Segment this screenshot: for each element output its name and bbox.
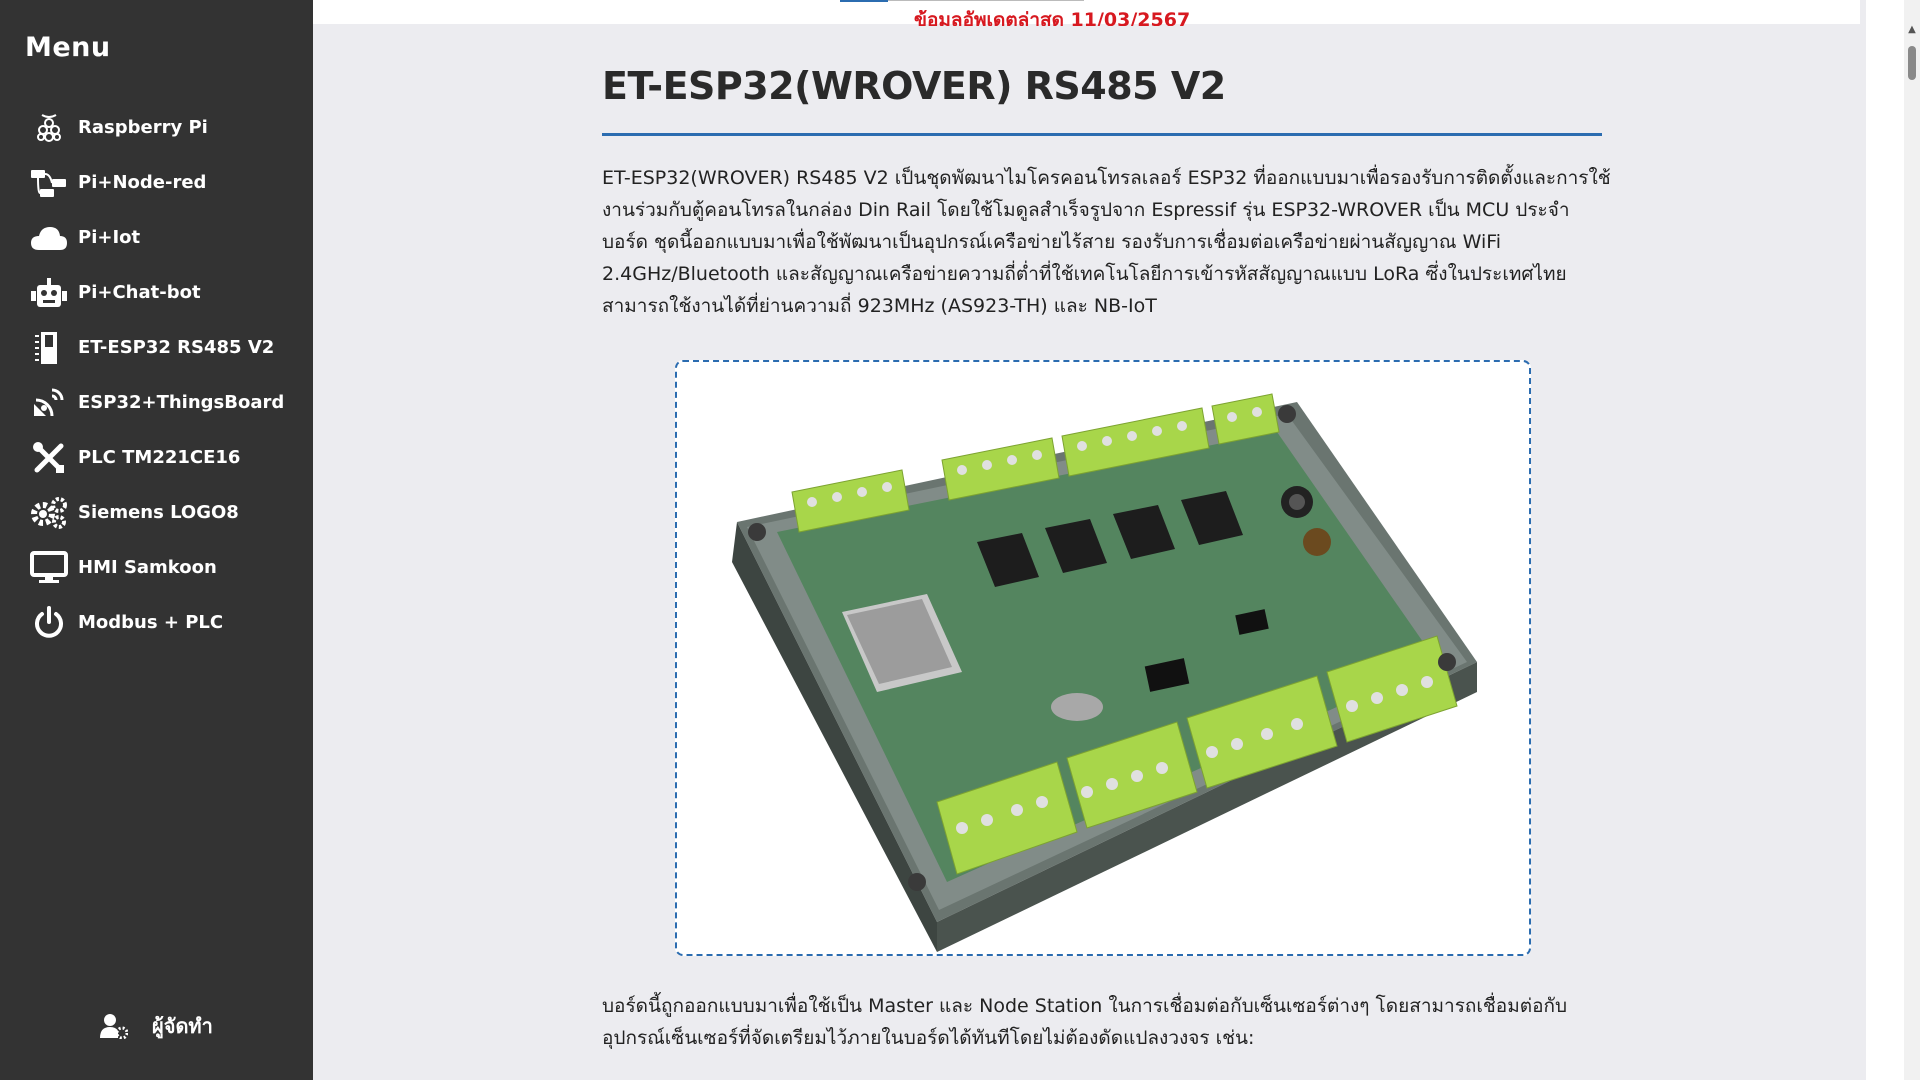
sidebar-item-raspberry-pi[interactable]: Raspberry Pi (0, 100, 313, 155)
sidebar-item-label: Raspberry Pi (78, 117, 208, 138)
sidebar: Menu Raspberry Pi Pi+Node-red Pi+Iot Pi+… (0, 0, 313, 1080)
product-image (732, 393, 1477, 952)
raspberry-icon (30, 109, 68, 147)
sidebar-item-label: Pi+Node-red (78, 172, 207, 193)
tab-divider (888, 0, 1084, 1)
sidebar-item-hmi-samkoon[interactable]: HMI Samkoon (0, 540, 313, 595)
active-tab-indicator (840, 0, 888, 2)
product-image-frame (675, 360, 1531, 956)
menu-title: Menu (25, 32, 111, 63)
robot-icon (30, 274, 68, 312)
sidebar-item-et-esp32[interactable]: ET-ESP32 RS485 V2 (0, 320, 313, 375)
vertical-scrollbar[interactable] (1904, 0, 1920, 1080)
power-icon (30, 604, 68, 642)
sidebar-item-label: Modbus + PLC (78, 612, 224, 633)
sd-card-icon (30, 329, 68, 367)
satellite-dish-icon (30, 384, 68, 422)
node-red-icon (30, 164, 68, 202)
desktop-icon (30, 549, 68, 587)
sidebar-nav: Raspberry Pi Pi+Node-red Pi+Iot Pi+Chat-… (0, 100, 313, 650)
sidebar-item-siemens-logo8[interactable]: Siemens LOGO8 (0, 485, 313, 540)
scroll-up-arrow-icon[interactable]: ▲ (1904, 24, 1920, 44)
intro-paragraph: ET-ESP32(WROVER) RS485 V2 เป็นชุดพัฒนาไม… (602, 167, 1611, 317)
sidebar-item-label: Pi+Chat-bot (78, 282, 201, 303)
sidebar-item-label: PLC TM221CE16 (78, 447, 241, 468)
tools-icon (30, 439, 68, 477)
title-divider (602, 133, 1602, 136)
admin-link[interactable]: ผู้จัดทำ (100, 1010, 213, 1042)
sidebar-item-label: Siemens LOGO8 (78, 502, 239, 523)
cloud-icon (30, 219, 68, 257)
sidebar-item-pi-node-red[interactable]: Pi+Node-red (0, 155, 313, 210)
last-updated-text: ข้อมูลอัพเดตล่าสุด 11/03/2567 (914, 10, 1191, 26)
user-gear-icon (100, 1012, 128, 1040)
sidebar-item-esp32-thingsboard[interactable]: ESP32+ThingsBoard (0, 375, 313, 430)
sidebar-item-plc-tm221ce16[interactable]: PLC TM221CE16 (0, 430, 313, 485)
sidebar-item-modbus-plc[interactable]: Modbus + PLC (0, 595, 313, 650)
sidebar-item-pi-iot[interactable]: Pi+Iot (0, 210, 313, 265)
right-gutter (1866, 0, 1904, 1080)
gears-icon (30, 494, 68, 532)
sidebar-item-label: ESP32+ThingsBoard (78, 392, 285, 413)
scrollbar-thumb[interactable] (1908, 46, 1916, 80)
sidebar-item-label: ET-ESP32 RS485 V2 (78, 337, 275, 358)
sidebar-item-pi-chat-bot[interactable]: Pi+Chat-bot (0, 265, 313, 320)
admin-label: ผู้จัดทำ (152, 1014, 213, 1038)
sidebar-item-label: Pi+Iot (78, 227, 141, 248)
sidebar-item-label: HMI Samkoon (78, 557, 217, 578)
body-paragraph: บอร์ดนี้ถูกออกแบบมาเพื่อใช้เป็น Master แ… (602, 995, 1568, 1049)
page-title: ET-ESP32(WROVER) RS485 V2 (602, 64, 1226, 108)
